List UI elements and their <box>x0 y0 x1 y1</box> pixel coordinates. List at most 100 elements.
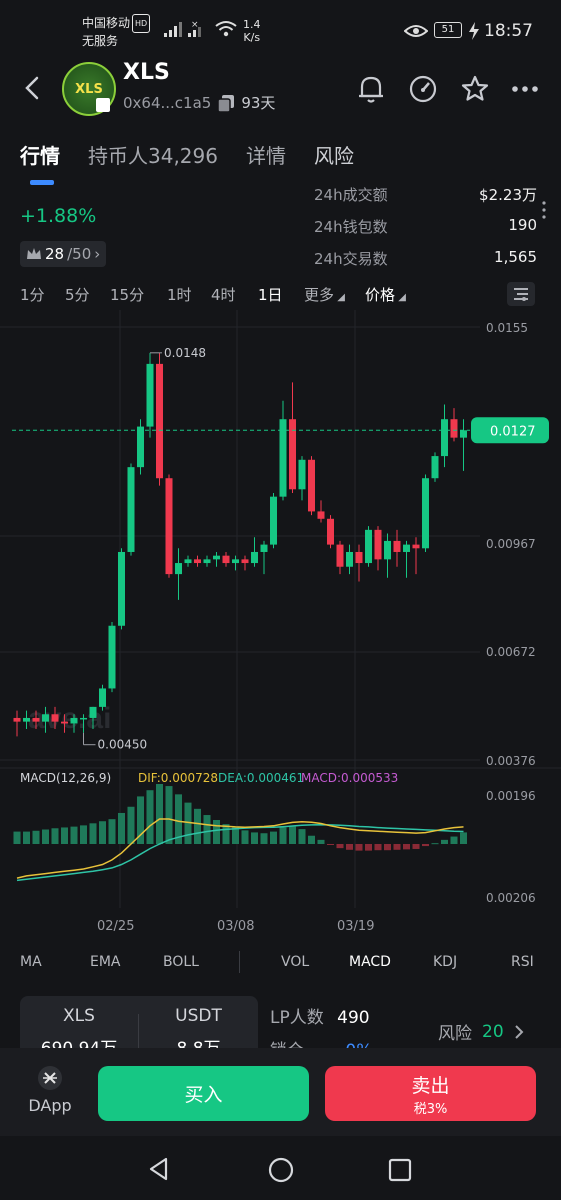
back-button[interactable] <box>14 70 50 106</box>
low-price-label: 0.00450 <box>98 738 148 752</box>
candle <box>51 714 59 722</box>
star-icon <box>461 75 489 101</box>
dapp-icon <box>38 1066 62 1090</box>
macd-histogram-bar <box>232 827 239 844</box>
timeframe-15m[interactable]: 15分 <box>110 284 144 305</box>
candle <box>175 563 182 575</box>
copy-icon[interactable] <box>217 94 235 112</box>
x-axis-label: 03/08 <box>217 919 254 934</box>
timeframe-4h[interactable]: 4时 <box>211 284 236 305</box>
macd-histogram-bar <box>412 844 420 849</box>
candle <box>42 714 49 722</box>
indicator-rsi[interactable]: RSI <box>511 954 534 970</box>
indicator-vol[interactable]: VOL <box>281 954 309 970</box>
timeframe-1h[interactable]: 1时 <box>167 284 192 305</box>
more-timeframes-dropdown[interactable]: 更多 ◢ <box>304 284 345 305</box>
macd-histogram-bar <box>146 790 154 844</box>
indicator-macd[interactable]: MACD <box>349 954 391 970</box>
status-bar: 中国移动 HD 无服务 × 1.4 K/s 51 18:57 <box>0 0 561 54</box>
charging-icon <box>469 22 479 40</box>
candle <box>412 544 420 549</box>
rank-badge[interactable]: 28/50 › <box>20 241 107 267</box>
pool-token-a: XLS <box>63 1006 95 1026</box>
net-speed: 1.4 K/s <box>243 18 261 44</box>
macd-histogram-bar <box>213 820 220 844</box>
candle <box>298 459 306 490</box>
candle <box>241 559 249 564</box>
timeframe-1d[interactable]: 1日 <box>258 284 283 305</box>
sell-button[interactable]: 卖出 税3% <box>325 1066 536 1121</box>
candle <box>355 551 363 564</box>
nav-back-icon[interactable] <box>146 1156 172 1182</box>
price-change: +1.88% <box>20 205 97 227</box>
nav-recents-icon[interactable] <box>387 1157 413 1183</box>
macd-histogram-bar <box>165 786 173 844</box>
timeframe-1m[interactable]: 1分 <box>20 284 45 305</box>
risk-value: 20 <box>482 1021 504 1042</box>
candle <box>422 478 429 549</box>
rank-total: /50 <box>67 245 92 263</box>
macd-histogram-bar <box>393 844 401 850</box>
risk-score[interactable]: 风险 20 <box>438 1019 524 1044</box>
macd-dea: DEA:0.000461 <box>218 771 304 785</box>
macd-histogram-bar <box>251 832 258 844</box>
favorite-button[interactable] <box>456 70 494 108</box>
candle <box>336 544 344 567</box>
gauge-icon <box>409 75 437 103</box>
tab-risk[interactable]: 风险 <box>314 140 354 169</box>
indicator-boll[interactable]: BOLL <box>163 954 199 970</box>
tab-market[interactable]: 行情 <box>20 140 60 169</box>
candle <box>70 717 78 724</box>
candle <box>403 544 410 552</box>
speed-button[interactable] <box>404 70 442 108</box>
indicator-ma[interactable]: MA <box>20 954 42 970</box>
macd-histogram-bar <box>270 831 277 844</box>
indicator-ema[interactable]: EMA <box>90 954 121 970</box>
candle <box>308 459 315 512</box>
no-sim-signal-icon: × <box>188 20 201 37</box>
clock: 18:57 <box>484 21 533 41</box>
candle <box>213 555 220 560</box>
price-mode-dropdown[interactable]: 价格 ◢ <box>365 284 406 305</box>
svg-text:×: × <box>191 20 199 30</box>
candle <box>317 511 325 519</box>
y-tick-label: 0.00967 <box>486 537 536 551</box>
macd-histogram-bar <box>308 835 315 844</box>
lock-value[interactable]: 0% <box>345 1041 372 1048</box>
eye-icon <box>404 25 428 37</box>
stat-label-volume: 24h成交额 <box>314 186 388 204</box>
chevron-right-icon <box>514 1024 524 1039</box>
bell-icon <box>359 76 383 103</box>
candle <box>393 540 401 552</box>
candle <box>289 419 296 490</box>
indicator-kdj[interactable]: KDJ <box>433 954 457 970</box>
stat-row: 24h交易数 1,565 <box>314 248 537 280</box>
macd-top-tick: 0.00196 <box>486 789 536 803</box>
caret-icon: ◢ <box>395 292 406 303</box>
stat-value-wallets: 190 <box>508 216 537 234</box>
alert-button[interactable] <box>352 70 390 108</box>
x-axis-label: 03/19 <box>337 919 374 934</box>
buy-button[interactable]: 买入 <box>98 1066 309 1121</box>
tab-details[interactable]: 详情 <box>246 140 286 169</box>
candle <box>270 496 277 545</box>
timeframe-5m[interactable]: 5分 <box>65 284 90 305</box>
candle <box>346 551 353 567</box>
rank-value: 28 <box>45 245 65 263</box>
macd-histogram-bar <box>80 825 87 844</box>
candle <box>99 688 106 707</box>
macd-histogram-bar <box>450 836 458 844</box>
nav-home-icon[interactable] <box>267 1156 295 1184</box>
macd-histogram-bar <box>355 844 363 851</box>
chart-settings-button[interactable] <box>507 282 535 306</box>
vertical-more-icon[interactable] <box>540 200 548 220</box>
macd-histogram-bar <box>156 784 163 844</box>
price-chart[interactable]: ave.ai 0.0155 0.00967 0.00672 0.00376 0.0148 0… <box>0 310 561 950</box>
dapp-button[interactable]: DApp <box>20 1066 80 1115</box>
action-bar: DApp 买入 卖出 税3% <box>0 1048 561 1136</box>
macd-histogram-bar <box>365 844 372 851</box>
macd-histogram-bar <box>289 826 296 844</box>
more-button[interactable] <box>506 70 544 108</box>
tab-holders[interactable]: 持币人34,296 <box>88 140 218 169</box>
chain-badge-icon <box>96 98 110 112</box>
